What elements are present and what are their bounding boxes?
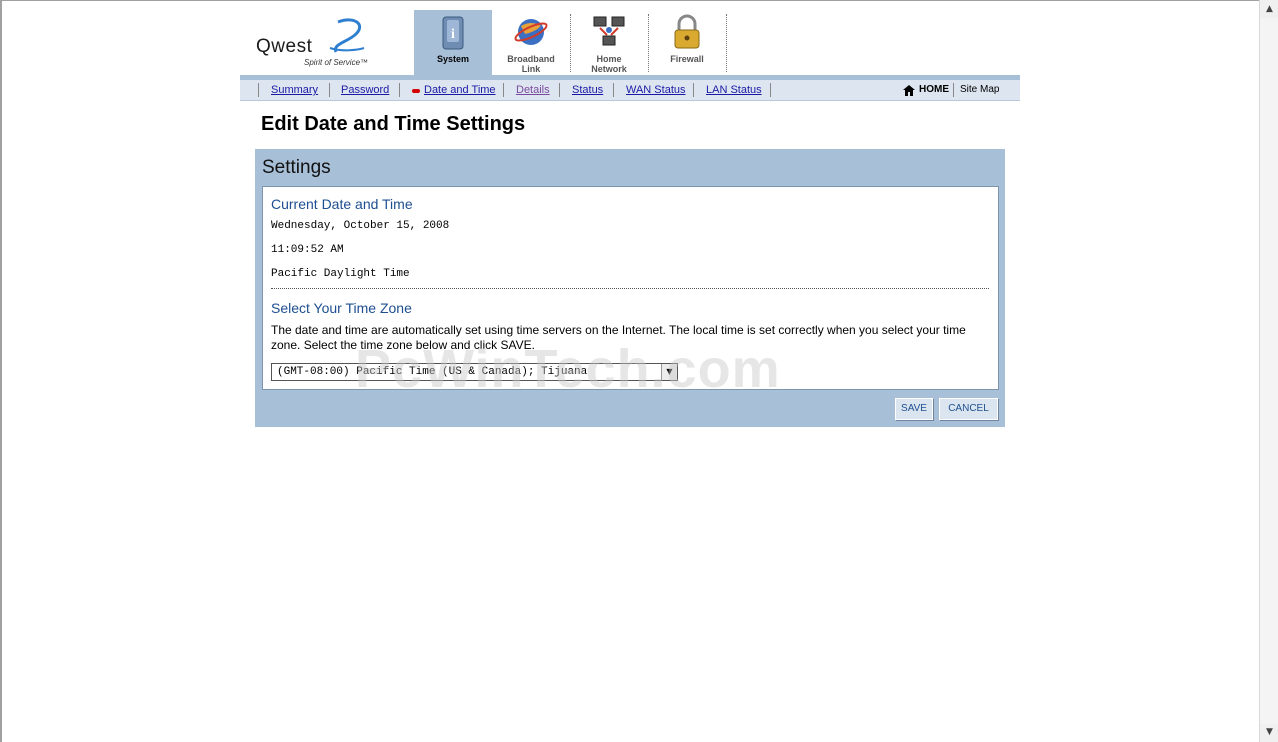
panel-title: Settings bbox=[262, 157, 331, 178]
system-info-icon: i bbox=[442, 16, 464, 50]
time-zone-description: The date and time are automatically set … bbox=[271, 323, 966, 352]
logo-wordmark: Qwest bbox=[256, 36, 313, 57]
scroll-up-icon[interactable]: ▲ bbox=[1261, 1, 1278, 18]
tab-system[interactable]: i System bbox=[414, 10, 492, 75]
padlock-icon bbox=[674, 14, 700, 49]
vertical-scrollbar[interactable]: ▲ ▼ bbox=[1259, 0, 1278, 742]
time-zone-selected-value: (GMT-08:00) Pacific Time (US & Canada); … bbox=[277, 366, 588, 378]
save-button[interactable]: SAVE bbox=[895, 398, 933, 420]
qwest-swoosh-icon bbox=[329, 18, 365, 53]
settings-content: Current Date and Time Wednesday, October… bbox=[262, 186, 999, 390]
scroll-track[interactable] bbox=[1260, 18, 1278, 724]
current-page-marker bbox=[412, 89, 420, 93]
tab-firewall-label: Firewall bbox=[670, 54, 704, 64]
sub-navigation: Summary Password Date and Time Details S… bbox=[240, 80, 1020, 101]
section-divider bbox=[271, 288, 989, 289]
nav-separator bbox=[329, 83, 330, 97]
nav-separator bbox=[559, 83, 560, 97]
tab-broadband-label: Broadband Link bbox=[507, 54, 555, 74]
logo-tagline: Spirit of Service™ bbox=[304, 58, 369, 67]
time-zone-select[interactable]: (GMT-08:00) Pacific Time (US & Canada); … bbox=[271, 363, 678, 381]
nav-date-and-time[interactable]: Date and Time bbox=[424, 84, 496, 96]
globe-icon bbox=[514, 19, 548, 45]
tab-divider bbox=[726, 14, 727, 72]
time-zone-heading: Select Your Time Zone bbox=[271, 300, 412, 316]
current-date: Wednesday, October 15, 2008 bbox=[271, 220, 450, 232]
current-zone-name: Pacific Daylight Time bbox=[271, 268, 410, 280]
nav-details[interactable]: Details bbox=[516, 84, 550, 96]
nav-separator bbox=[503, 83, 504, 97]
qwest-logo[interactable]: Qwest Spirit of Service™ bbox=[256, 18, 386, 72]
tab-home-network[interactable]: Home Network bbox=[570, 10, 648, 75]
nav-separator bbox=[693, 83, 694, 97]
page-title: Edit Date and Time Settings bbox=[261, 113, 526, 135]
tab-firewall[interactable]: Firewall bbox=[648, 10, 726, 75]
site-map-link[interactable]: Site Map bbox=[960, 84, 999, 95]
window-left-border bbox=[0, 0, 2, 742]
current-date-time-heading: Current Date and Time bbox=[271, 196, 413, 212]
window-top-border bbox=[0, 0, 1278, 1]
nav-summary[interactable]: Summary bbox=[271, 84, 318, 96]
nav-password[interactable]: Password bbox=[341, 84, 389, 96]
home-icon[interactable] bbox=[903, 85, 915, 96]
nav-lan-status[interactable]: LAN Status bbox=[706, 84, 762, 96]
settings-panel: Settings Current Date and Time Wednesday… bbox=[255, 149, 1005, 427]
nav-separator bbox=[770, 83, 771, 97]
network-computers-icon bbox=[593, 16, 625, 46]
cancel-button[interactable]: CANCEL bbox=[939, 398, 998, 420]
tab-broadband-link[interactable]: Broadband Link bbox=[492, 10, 570, 75]
nav-wan-status[interactable]: WAN Status bbox=[626, 84, 686, 96]
svg-text:i: i bbox=[451, 27, 455, 42]
current-time: 11:09:52 AM bbox=[271, 244, 344, 256]
home-link[interactable]: HOME bbox=[919, 84, 949, 95]
tab-home-network-label: Home Network bbox=[591, 54, 627, 74]
tab-system-label: System bbox=[436, 54, 470, 64]
nav-separator bbox=[953, 83, 954, 97]
nav-status[interactable]: Status bbox=[572, 84, 603, 96]
nav-separator bbox=[613, 83, 614, 97]
nav-separator bbox=[399, 83, 400, 97]
scroll-down-icon[interactable]: ▼ bbox=[1261, 724, 1278, 741]
nav-separator bbox=[258, 83, 259, 97]
dropdown-arrow-icon[interactable]: ▼ bbox=[661, 364, 677, 380]
